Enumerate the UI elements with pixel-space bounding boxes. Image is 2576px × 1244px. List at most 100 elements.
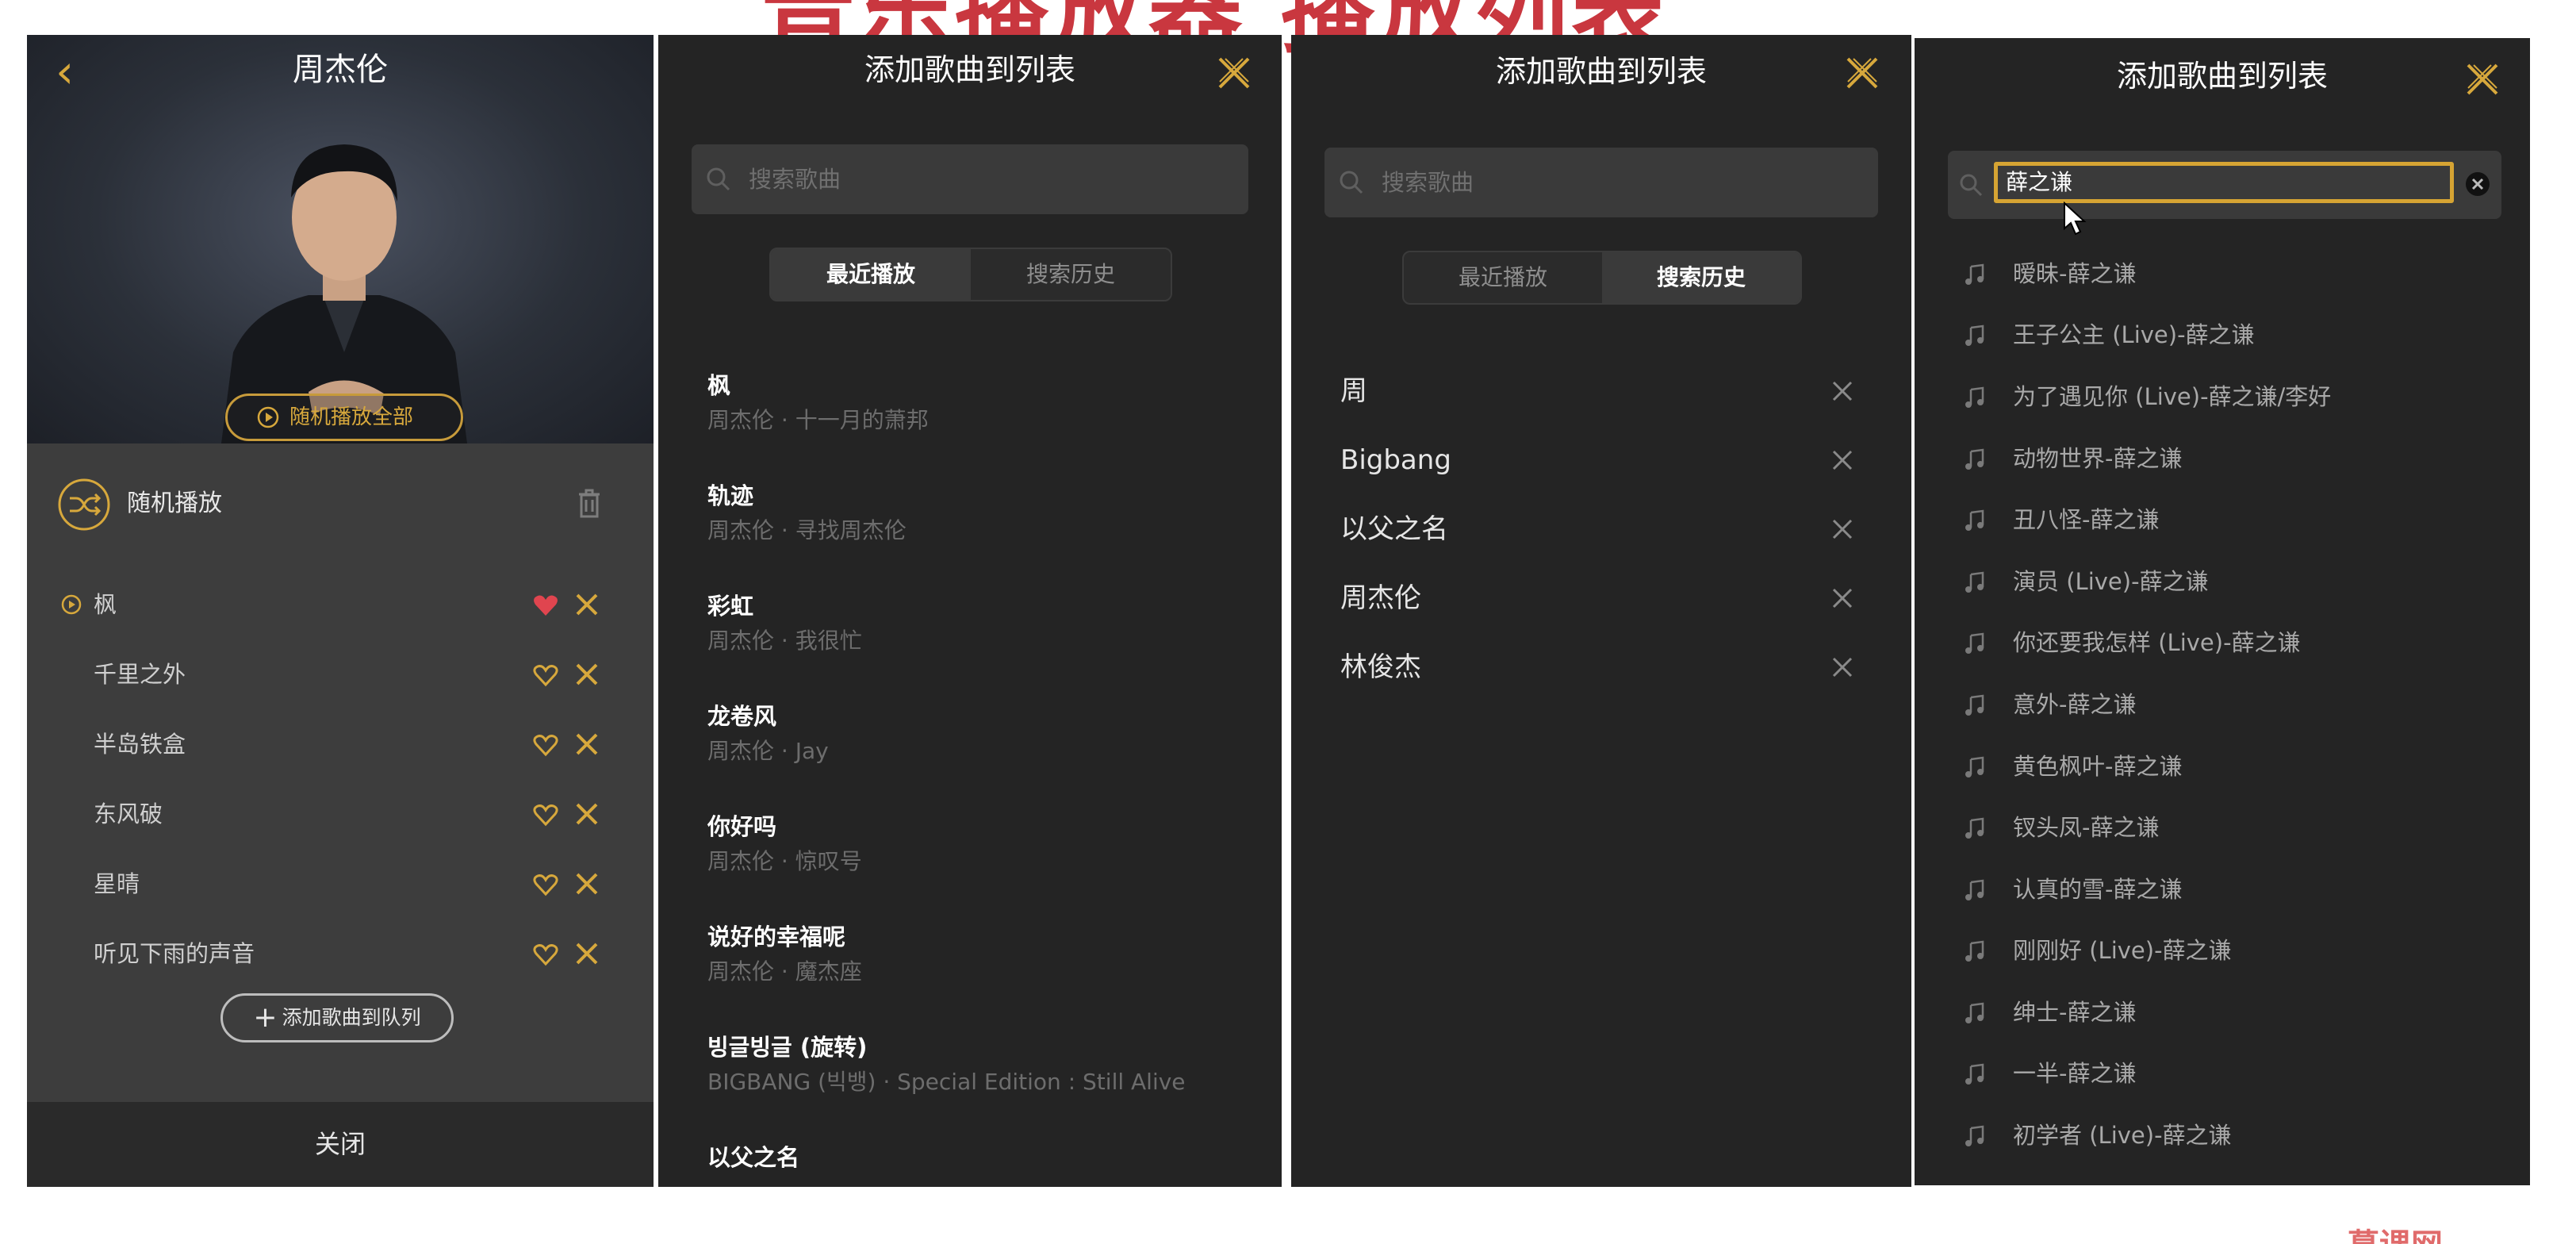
play-all-label: 随机播放全部: [289, 405, 414, 429]
close-icon[interactable]: [1840, 51, 1884, 95]
list-item[interactable]: 빙글빙글 (旋转) BIGBANG (빅뱅) · Special Edition…: [707, 1030, 1255, 1100]
trash-icon[interactable]: [577, 487, 601, 519]
heart-icon[interactable]: [533, 733, 558, 757]
close-icon[interactable]: [573, 730, 601, 758]
result-title: 动物世界-薛之谦: [2013, 445, 2183, 472]
list-item[interactable]: 龙卷风 周杰伦 · Jay: [707, 699, 1255, 769]
list-item[interactable]: 王子公主 (Live)-薛之谦: [1964, 307, 2511, 363]
list-item[interactable]: 钗头凤-薛之谦: [1964, 800, 2511, 855]
queue-row[interactable]: 千里之外: [27, 651, 654, 698]
music-note-icon: [1965, 324, 1984, 346]
search-placeholder: 搜索歌曲: [749, 166, 841, 193]
list-item[interactable]: 刚刚好 (Live)-薛之谦: [1964, 923, 2511, 978]
list-item[interactable]: 丑八怪-薛之谦: [1964, 492, 2511, 547]
tab-switcher: 最近播放 搜索历史: [769, 248, 1172, 301]
queue-row[interactable]: 半岛铁盒: [27, 720, 654, 768]
clear-icon[interactable]: [2463, 170, 2492, 198]
result-title: 你还要我怎样 (Live)-薛之谦: [2013, 629, 2301, 656]
queue-row[interactable]: 星晴: [27, 860, 654, 908]
result-title: 意外-薛之谦: [2013, 691, 2137, 718]
heart-icon[interactable]: [533, 943, 558, 966]
list-item[interactable]: 动物世界-薛之谦: [1964, 431, 2511, 486]
result-title: 黄色枫叶-薛之谦: [2013, 753, 2183, 780]
play-all-button[interactable]: 随机播放全部: [225, 394, 463, 441]
delete-icon[interactable]: [1830, 517, 1854, 541]
heart-icon[interactable]: [533, 873, 558, 897]
result-title: 钗头凤-薛之谦: [2013, 814, 2160, 841]
close-icon[interactable]: [573, 870, 601, 898]
close-icon[interactable]: [573, 939, 601, 968]
list-item[interactable]: 意外-薛之谦: [1964, 677, 2511, 732]
close-icon[interactable]: [573, 800, 601, 828]
queue-row[interactable]: 东风破: [27, 790, 654, 838]
history-item[interactable]: 林俊杰: [1340, 639, 1864, 695]
list-item[interactable]: 枫 周杰伦 · 十一月的萧邦: [707, 368, 1255, 438]
search-input[interactable]: 薛之谦: [1994, 162, 2454, 203]
list-item[interactable]: 彩虹 周杰伦 · 我很忙: [707, 589, 1255, 658]
close-button[interactable]: 关闭: [27, 1102, 654, 1187]
heart-icon[interactable]: [533, 593, 558, 617]
heart-icon[interactable]: [533, 663, 558, 687]
delete-icon[interactable]: [1830, 448, 1854, 472]
list-item[interactable]: 认真的雪-薛之谦: [1964, 862, 2511, 917]
list-item[interactable]: 你好吗 周杰伦 · 惊叹号: [707, 809, 1255, 879]
history-item[interactable]: 周杰伦: [1340, 570, 1864, 626]
close-icon[interactable]: [2460, 57, 2505, 102]
now-playing-icon: [61, 594, 82, 615]
shuffle-icon[interactable]: [57, 478, 111, 532]
tab-recent[interactable]: 最近播放: [771, 249, 971, 300]
delete-icon[interactable]: [1830, 586, 1854, 610]
queue-row[interactable]: 枫: [27, 581, 654, 628]
song-subtitle: BIGBANG (빅뱅) · Special Edition : Still A…: [707, 1069, 1186, 1095]
song-subtitle: 周杰伦 · Jay: [707, 738, 829, 764]
list-item[interactable]: 演员 (Live)-薛之谦: [1964, 554, 2511, 609]
history-keyword: Bigbang: [1340, 444, 1451, 476]
add-to-queue-button[interactable]: + 添加歌曲到队列: [220, 993, 454, 1042]
queue-song-name: 听见下雨的声音: [94, 940, 255, 967]
list-item[interactable]: 暧昧-薛之谦: [1964, 246, 2511, 301]
list-item[interactable]: 初学者 (Live)-薛之谦: [1964, 1108, 2511, 1163]
close-icon[interactable]: [573, 660, 601, 689]
heart-icon[interactable]: [533, 803, 558, 827]
close-icon[interactable]: [573, 590, 601, 619]
queue-row[interactable]: 听见下雨的声音: [27, 930, 654, 977]
delete-icon[interactable]: [1830, 655, 1854, 679]
list-item[interactable]: 黄色枫叶-薛之谦: [1964, 739, 2511, 794]
music-note-icon: [1965, 632, 1984, 654]
plus-icon: +: [253, 1001, 278, 1034]
tab-search-history[interactable]: 搜索历史: [1602, 252, 1800, 303]
music-note-icon: [1965, 1063, 1984, 1085]
music-note-icon: [1965, 386, 1984, 408]
music-note-icon: [1965, 1125, 1984, 1146]
list-item[interactable]: 为了遇见你 (Live)-薛之谦/李好: [1964, 369, 2511, 424]
list-item[interactable]: 一半-薛之谦: [1964, 1046, 2511, 1101]
close-icon[interactable]: [1212, 51, 1256, 95]
play-circle-icon: [257, 406, 279, 428]
music-note-icon: [1965, 1002, 1984, 1023]
history-item[interactable]: 以父之名: [1340, 501, 1864, 557]
history-item[interactable]: Bigbang: [1340, 432, 1864, 488]
player-queue-panel: ‹ 周杰伦 随机播放全部 随机播放 枫 千里之外 半岛铁盒 东风破 星晴 听见下…: [27, 35, 654, 1187]
history-keyword: 林俊杰: [1340, 651, 1421, 683]
list-item[interactable]: 说好的幸福呢 周杰伦 · 魔杰座: [707, 920, 1255, 989]
queue-song-name: 千里之外: [94, 661, 186, 688]
search-input[interactable]: 搜索歌曲: [692, 144, 1248, 214]
list-item[interactable]: 你还要我怎样 (Live)-薛之谦: [1964, 615, 2511, 670]
music-note-icon: [1965, 756, 1984, 778]
list-item[interactable]: 轨迹 周杰伦 · 寻找周杰伦: [707, 478, 1255, 548]
back-icon[interactable]: ‹: [56, 48, 103, 95]
queue-song-name: 星晴: [94, 870, 140, 897]
tab-recent[interactable]: 最近播放: [1404, 252, 1602, 303]
song-title: 你好吗: [707, 813, 777, 840]
tab-search-history[interactable]: 搜索历史: [971, 249, 1171, 300]
list-item[interactable]: 绅士-薛之谦: [1964, 985, 2511, 1040]
music-note-icon: [1965, 817, 1984, 839]
list-item[interactable]: 以父之名: [707, 1140, 1255, 1175]
history-item[interactable]: 周: [1340, 363, 1864, 419]
music-note-icon: [1965, 571, 1984, 593]
result-title: 演员 (Live)-薛之谦: [2013, 568, 2209, 595]
search-input[interactable]: 搜索歌曲: [1324, 148, 1878, 217]
delete-icon[interactable]: [1830, 379, 1854, 403]
history-keyword: 以父之名: [1340, 513, 1448, 545]
add-song-recent-panel: 添加歌曲到列表 搜索歌曲 最近播放 搜索历史 枫 周杰伦 · 十一月的萧邦 轨迹…: [658, 35, 1282, 1187]
